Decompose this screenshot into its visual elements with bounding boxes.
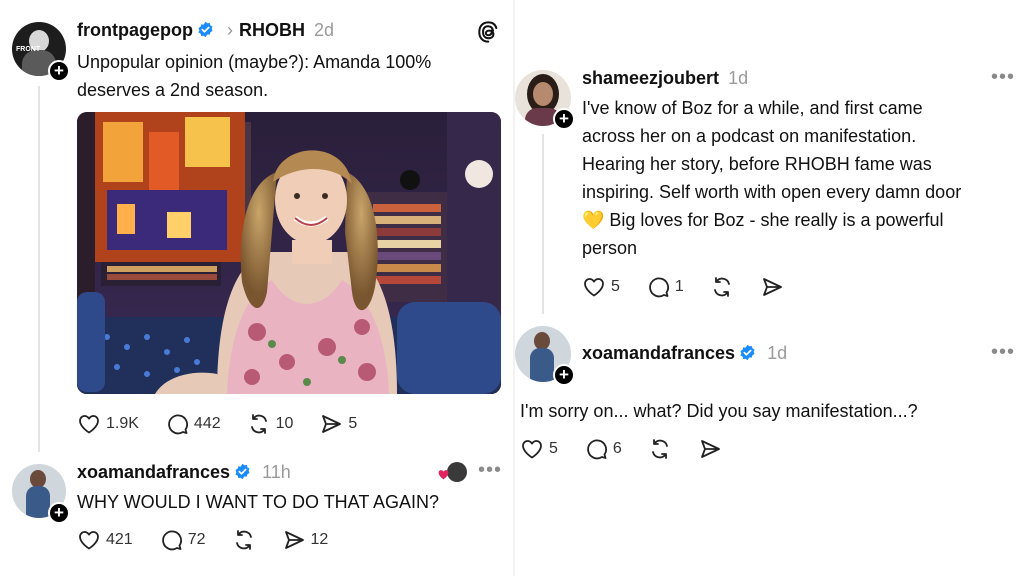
verified-badge-icon	[740, 344, 755, 361]
like-button[interactable]: 1.9K	[77, 412, 139, 436]
reply-text: I'm sorry on... what? Did you say manife…	[520, 401, 918, 421]
avatar-logo-text: FRONT	[16, 46, 41, 53]
share-icon	[284, 531, 304, 549]
shameezjoubert-avatar-wrap[interactable]: +	[515, 70, 575, 130]
post-actions: 1.9K 442 10 5	[77, 412, 383, 436]
repost-icon	[250, 414, 267, 434]
heart-icon	[79, 531, 99, 550]
reply-header: xoamandafrances 11h	[77, 462, 291, 483]
share-button[interactable]	[698, 437, 722, 461]
comment-line: Hearing her story, before RHOBH fame was	[582, 154, 932, 174]
share-button[interactable]: 12	[282, 528, 329, 552]
comment-text: I've know of Boz for a while, and first …	[582, 94, 1022, 262]
post-text: Unpopular opinion (maybe?): Amanda 100% …	[77, 52, 432, 100]
heart-icon	[584, 278, 604, 297]
comment-icon	[168, 414, 188, 435]
avatar-body	[530, 348, 554, 382]
comment-icon	[649, 277, 669, 298]
more-options-icon[interactable]: •••	[478, 459, 502, 482]
xoamandafrances-avatar-wrap[interactable]: +	[515, 326, 575, 386]
comment-button[interactable]: 72	[159, 528, 206, 552]
repost-icon	[713, 277, 730, 297]
liked-by-author-badge	[437, 462, 467, 484]
reply-actions: 5 6	[520, 437, 748, 461]
thread-connector-line	[542, 134, 544, 314]
reply-header: xoamandafrances 1d	[582, 343, 787, 364]
username[interactable]: xoamandafrances	[77, 462, 230, 482]
like-count: 421	[106, 531, 133, 548]
red-heart-icon	[438, 470, 449, 480]
comment-icon	[161, 530, 182, 551]
heart-icon	[79, 415, 99, 434]
share-count: 12	[310, 531, 329, 548]
comment-line: I've know of Boz for a while, and first …	[582, 98, 923, 118]
avatar-body	[26, 486, 50, 518]
comment-line: inspiring. Self worth with open every da…	[582, 182, 962, 202]
talk-show-photo	[77, 112, 501, 394]
comment-time: 1d	[728, 68, 749, 88]
follow-plus-icon[interactable]: +	[48, 60, 70, 82]
breadcrumb-chevron-icon: ›	[227, 20, 233, 40]
comment-line: across her on a podcast on manifestation…	[582, 126, 917, 146]
username[interactable]: xoamandafrances	[582, 343, 735, 363]
like-count: 5	[549, 440, 558, 457]
comment-line: person	[582, 238, 638, 258]
post-image[interactable]	[77, 112, 501, 394]
xoamandafrances-avatar-wrap[interactable]: +	[12, 464, 70, 524]
username[interactable]: frontpagepop	[77, 20, 193, 40]
share-icon	[700, 440, 720, 458]
verified-badge-icon	[235, 463, 250, 480]
right-thread-panel: + shameezjoubert 1d ••• I've know of Boz…	[515, 0, 1024, 576]
follow-plus-icon[interactable]: +	[553, 364, 575, 386]
verified-badge-icon	[198, 21, 213, 38]
comment-count: 72	[187, 531, 206, 548]
share-button[interactable]: 5	[319, 412, 357, 436]
comment-button[interactable]: 1	[646, 275, 684, 299]
reply-time: 11h	[262, 462, 291, 482]
repost-icon	[651, 439, 668, 459]
share-icon	[322, 415, 342, 433]
like-count: 1.9K	[106, 415, 139, 432]
repost-button[interactable]: 10	[247, 412, 294, 436]
comment-count: 6	[612, 440, 622, 457]
post-time: 2d	[314, 20, 335, 40]
reply-time: 1d	[767, 343, 788, 363]
share-count: 5	[348, 415, 358, 432]
avatar-face	[533, 82, 553, 106]
threads-icon[interactable]	[477, 20, 499, 44]
more-options-icon[interactable]: •••	[991, 66, 1015, 89]
comment-actions: 5 1	[582, 275, 810, 299]
comment-line: 💛 Big loves for Boz - she really is a po…	[582, 210, 944, 230]
author-avatar-mini	[447, 462, 467, 482]
reply-actions: 421 72 12	[77, 528, 354, 552]
share-button[interactable]	[760, 275, 784, 299]
left-thread-panel: FRONT + frontpagepop › RHOBH 2d Unpopular…	[0, 0, 515, 576]
comment-header: shameezjoubert 1d	[582, 68, 748, 89]
follow-plus-icon[interactable]: +	[48, 502, 70, 524]
repost-icon	[235, 530, 252, 550]
more-options-icon[interactable]: •••	[991, 341, 1015, 364]
like-button[interactable]: 5	[582, 275, 620, 299]
frontpagepop-avatar-wrap[interactable]: FRONT +	[12, 22, 70, 82]
post-header: frontpagepop › RHOBH 2d	[77, 20, 334, 41]
like-count: 5	[611, 278, 620, 295]
comment-count: 1	[674, 278, 684, 295]
share-icon	[762, 278, 782, 296]
comment-button[interactable]: 6	[584, 437, 622, 461]
like-button[interactable]: 5	[520, 437, 558, 461]
reply-text: WHY WOULD I WANT TO DO THAT AGAIN?	[77, 492, 440, 512]
comment-icon	[587, 439, 607, 460]
comment-button[interactable]: 442	[165, 412, 221, 436]
repost-button[interactable]	[232, 528, 256, 552]
like-button[interactable]: 421	[77, 528, 133, 552]
heart-icon	[522, 440, 542, 459]
thread-connector-line	[38, 86, 40, 452]
username[interactable]: shameezjoubert	[582, 68, 719, 88]
repost-count: 10	[275, 415, 294, 432]
repost-button[interactable]	[648, 437, 672, 461]
community-link[interactable]: RHOBH	[239, 20, 305, 40]
follow-plus-icon[interactable]: +	[553, 108, 575, 130]
repost-button[interactable]	[710, 275, 734, 299]
comment-count: 442	[193, 415, 221, 432]
